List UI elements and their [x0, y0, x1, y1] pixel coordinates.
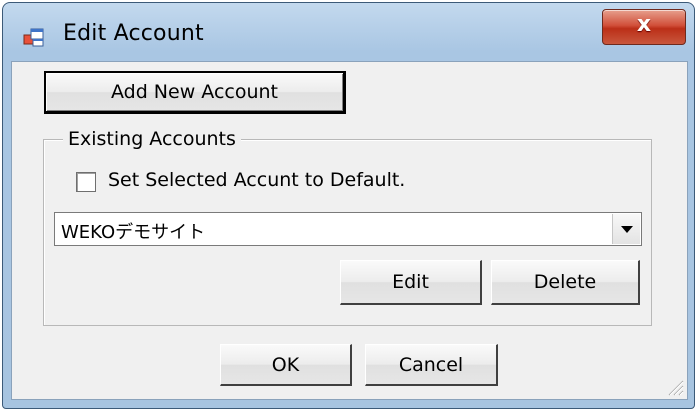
cancel-button-label: Cancel — [398, 353, 464, 376]
close-icon: x — [636, 12, 652, 37]
edit-button-label: Edit — [392, 271, 429, 293]
window-title: Edit Account — [63, 21, 204, 46]
delete-button-label: Delete — [533, 271, 597, 293]
account-select[interactable]: WEKOデモサイト — [54, 212, 642, 246]
edit-account-window: Edit Account x Add New Account Existing … — [2, 2, 695, 409]
title-bar[interactable]: Edit Account x — [3, 3, 694, 61]
add-new-account-button[interactable]: Add New Account — [44, 71, 346, 114]
app-window-icon — [23, 28, 44, 47]
account-select-value: WEKOデモサイト — [61, 222, 206, 243]
dialog-client-area: Add New Account Existing Accounts Set Se… — [11, 61, 688, 400]
ok-button-label: OK — [271, 353, 300, 376]
add-new-account-label: Add New Account — [110, 81, 279, 103]
ok-button[interactable]: OK — [220, 344, 352, 386]
set-default-checkbox[interactable] — [76, 172, 96, 192]
delete-button[interactable]: Delete — [491, 260, 640, 305]
cancel-button[interactable]: Cancel — [365, 344, 498, 386]
chevron-down-icon — [621, 226, 633, 233]
account-select-dropdown-button[interactable] — [612, 214, 640, 244]
resize-grip-icon[interactable] — [666, 378, 684, 396]
existing-accounts-group-label: Existing Accounts — [63, 128, 241, 150]
edit-button[interactable]: Edit — [340, 260, 482, 305]
close-button[interactable]: x — [602, 9, 686, 45]
set-default-checkbox-label[interactable]: Set Selected Accunt to Default. — [108, 169, 405, 191]
